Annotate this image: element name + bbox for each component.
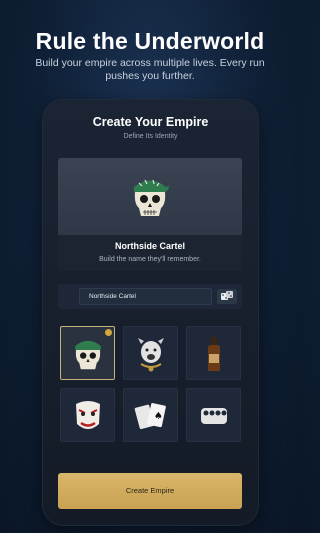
premium-badge-icon	[105, 329, 112, 336]
skull-bandana-icon	[134, 179, 169, 216]
headline: Rule the Underworld	[35, 28, 265, 54]
empire-preview-card: Northside Cartel Build the name they'll …	[58, 158, 242, 271]
emblem-option-clown[interactable]	[60, 388, 115, 442]
dice-icon	[221, 291, 233, 300]
emblem-option-bulldog[interactable]	[123, 326, 178, 380]
randomize-name-button[interactable]	[217, 289, 237, 304]
emblem-option-bottle[interactable]	[186, 326, 241, 380]
empire-name-input[interactable]	[79, 288, 212, 305]
empire-tagline: Build the name they'll remember.	[99, 256, 201, 263]
name-row	[58, 284, 242, 309]
subheadline: Build your empire across multiple lives.…	[35, 57, 265, 82]
bulldog-chain-icon	[138, 338, 164, 372]
panel-title: Create Your Empire	[92, 115, 209, 129]
emblem-option-skull[interactable]	[60, 326, 115, 380]
create-empire-button[interactable]: Create Empire	[58, 473, 242, 509]
playing-cards-icon: ♠	[134, 403, 166, 430]
emblem-option-cards[interactable]: ♠	[123, 388, 178, 442]
panel-subtitle: Define Its Identity	[123, 133, 178, 140]
empire-name-display: Northside Cartel	[114, 241, 185, 251]
skull-bandana-icon	[75, 340, 101, 370]
clown-mask-icon	[76, 401, 100, 429]
bottle-icon	[208, 337, 220, 371]
emblem-grid: ♠	[60, 326, 241, 446]
emblem-option-knuckles[interactable]	[186, 388, 241, 442]
brass-knuckles-icon	[201, 408, 227, 424]
create-empire-panel: Create Your Empire Define Its Identity N…	[43, 100, 258, 525]
svg-text:♠: ♠	[154, 411, 163, 422]
